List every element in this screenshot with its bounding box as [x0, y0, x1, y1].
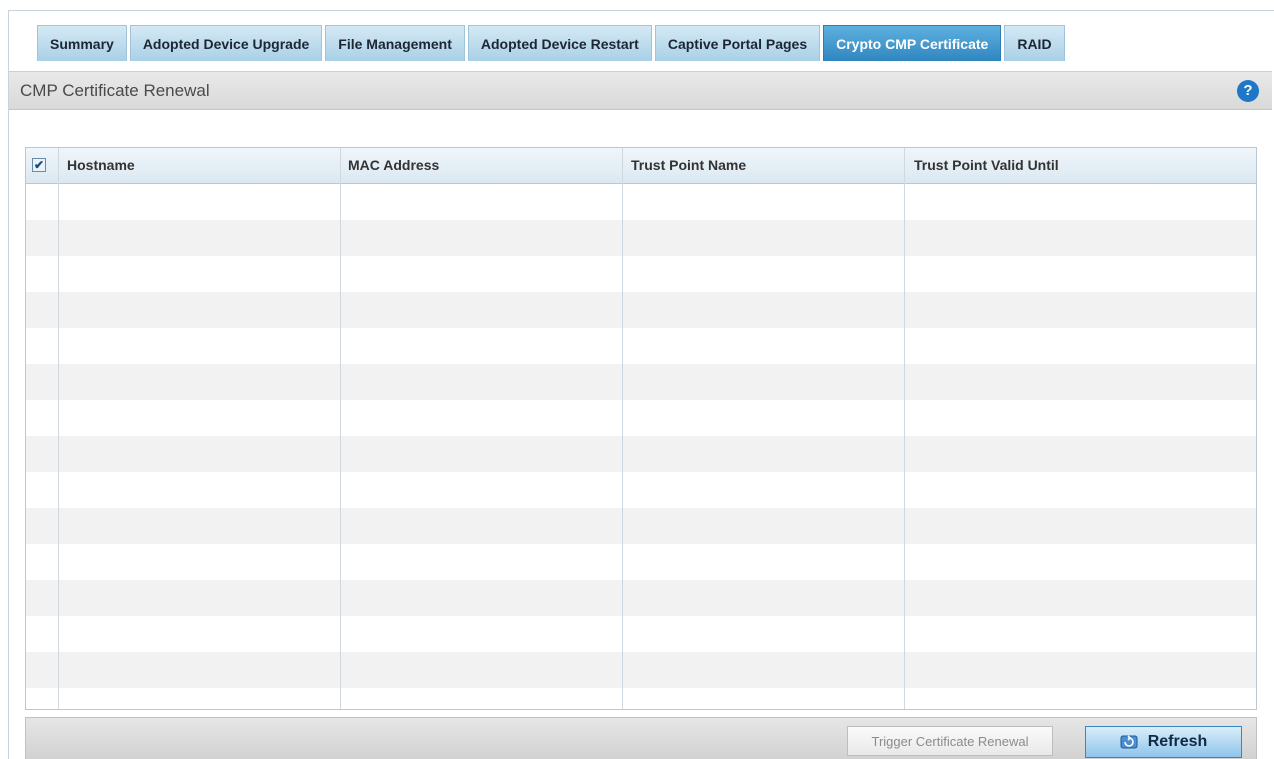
certificate-table: ✔ Hostname MAC Address Trust Point Name … [25, 147, 1257, 710]
column-header-trust-point-valid-until[interactable]: Trust Point Valid Until [914, 157, 1059, 173]
select-all-checkbox[interactable]: ✔ [32, 158, 46, 172]
tab-adopted-device-restart[interactable]: Adopted Device Restart [467, 25, 652, 61]
tab-bar: Summary Adopted Device Upgrade File Mana… [37, 25, 1068, 61]
table-header: ✔ Hostname MAC Address Trust Point Name … [26, 148, 1256, 184]
action-bar: Trigger Certificate Renewal Refresh [25, 717, 1257, 759]
column-divider [340, 148, 341, 709]
tab-raid[interactable]: RAID [1004, 25, 1065, 61]
column-header-hostname[interactable]: Hostname [67, 157, 135, 173]
column-divider [58, 148, 59, 709]
tab-captive-portal-pages[interactable]: Captive Portal Pages [654, 25, 821, 61]
column-divider [622, 148, 623, 709]
trigger-certificate-renewal-label: Trigger Certificate Renewal [871, 733, 1029, 749]
tab-summary[interactable]: Summary [37, 25, 127, 61]
question-circle-icon[interactable]: ? [1237, 80, 1259, 102]
refresh-icon [1120, 733, 1138, 751]
refresh-label: Refresh [1147, 733, 1208, 750]
trigger-certificate-renewal-button[interactable]: Trigger Certificate Renewal [847, 726, 1053, 756]
column-header-mac-address[interactable]: MAC Address [348, 157, 439, 173]
tab-adopted-device-upgrade[interactable]: Adopted Device Upgrade [129, 25, 323, 61]
column-header-trust-point-name[interactable]: Trust Point Name [631, 157, 746, 173]
tab-crypto-cmp-certificate[interactable]: Crypto CMP Certificate [823, 25, 1002, 61]
column-divider [904, 148, 905, 709]
refresh-button[interactable]: Refresh [1085, 726, 1242, 758]
tab-file-management[interactable]: File Management [325, 25, 465, 61]
section-title: CMP Certificate Renewal [20, 81, 210, 100]
section-header: CMP Certificate Renewal ? [9, 71, 1272, 110]
